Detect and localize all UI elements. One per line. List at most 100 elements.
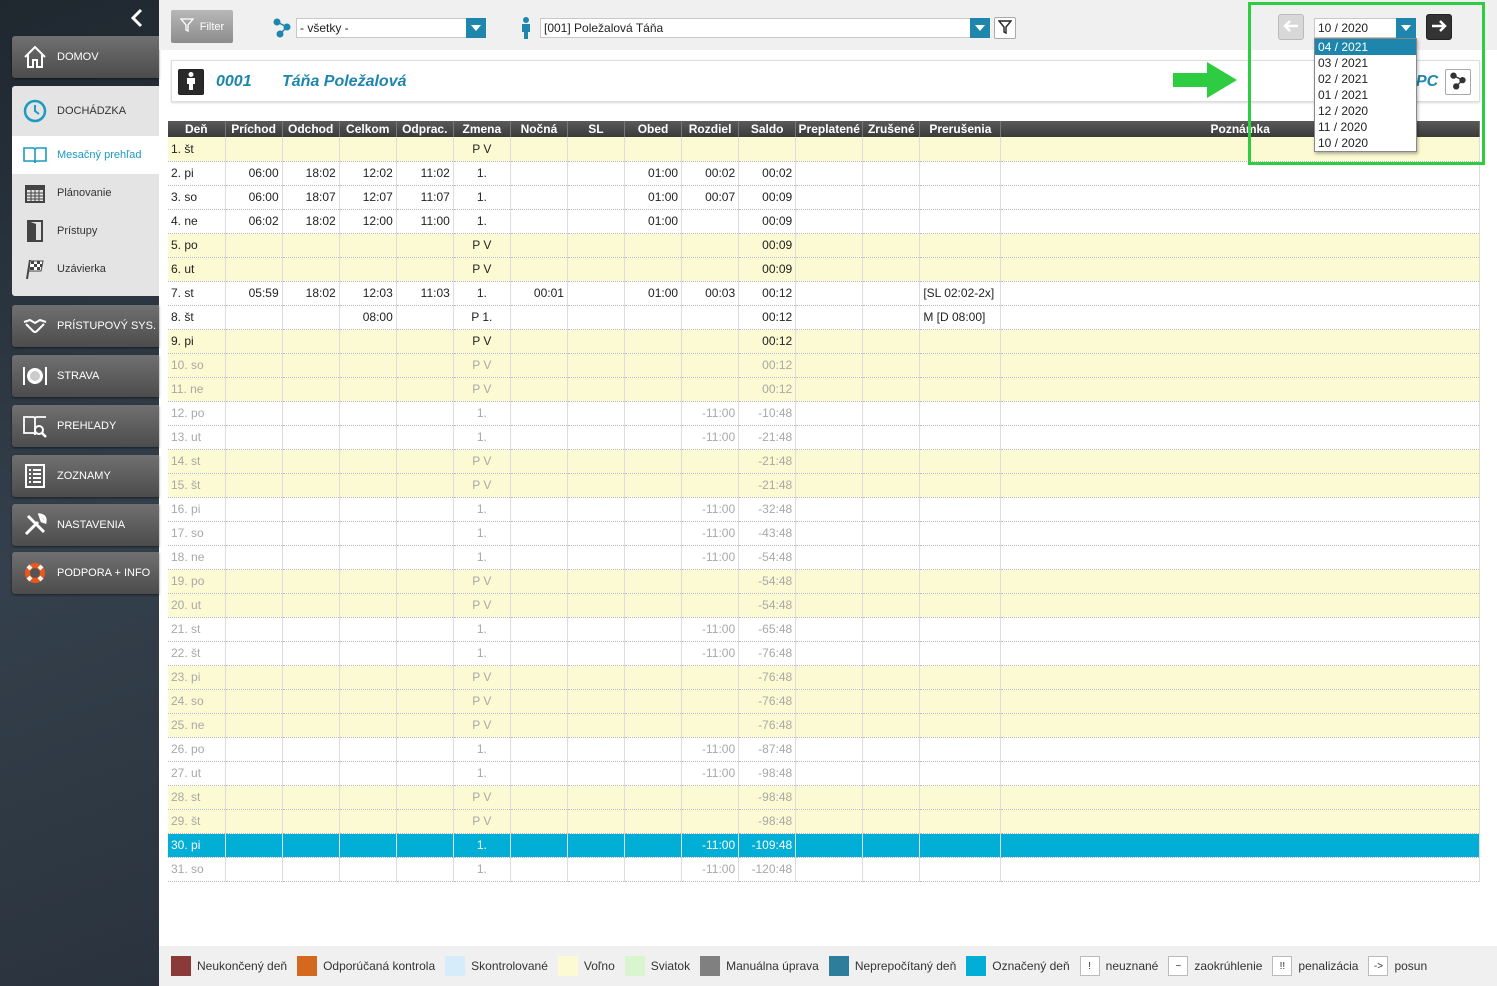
table-cell: 6. ut: [168, 257, 226, 282]
table-row[interactable]: 24. so P V -76:48: [168, 689, 1480, 714]
table-cell: [225, 233, 283, 258]
legend-label: Sviatok: [650, 959, 691, 973]
nav-attendance[interactable]: DOCHÁDZKA: [12, 86, 159, 136]
table-row[interactable]: 18. ne 1. -11:00 -54:48: [168, 545, 1480, 570]
table-cell: 1.: [453, 761, 511, 786]
column-header[interactable]: Nočná: [510, 121, 568, 137]
table-row[interactable]: 10. so P V 00:12: [168, 353, 1480, 378]
table-cell: [396, 305, 454, 330]
table-row[interactable]: 29. št P V -98:48: [168, 809, 1480, 834]
table-row[interactable]: 5. po P V 00:09: [168, 233, 1480, 258]
table-cell: [567, 353, 626, 378]
nav-access-system[interactable]: PRÍSTUPOVÝ SYS.: [12, 305, 159, 347]
column-header[interactable]: Príchod: [225, 121, 283, 137]
table-row[interactable]: 14. st P V -21:48: [168, 449, 1480, 474]
chevron-left-icon[interactable]: [129, 8, 147, 28]
table-cell: [1000, 257, 1480, 282]
table-row[interactable]: 17. so 1. -11:00 -43:48: [168, 521, 1480, 546]
table-cell: [624, 353, 683, 378]
column-header[interactable]: Preplatené: [795, 121, 864, 137]
column-header[interactable]: Deň: [168, 121, 226, 137]
table-row[interactable]: 4. ne 06:02 18:02 12:00 11:00 1. 01:00 00:09: [168, 209, 1480, 234]
table-cell: [862, 761, 921, 786]
chevron-down-icon[interactable]: [466, 18, 486, 38]
table-cell: -21:48: [738, 449, 797, 474]
table-cell: [919, 449, 1002, 474]
column-header[interactable]: Rozdiel: [681, 121, 740, 137]
table-row[interactable]: 28. st P V -98:48: [168, 785, 1480, 810]
legend-swatch: [557, 956, 578, 976]
column-header[interactable]: Celkom: [339, 121, 397, 137]
table-cell: [795, 497, 864, 522]
chevron-down-icon[interactable]: [970, 18, 990, 38]
nav-meals-label: STRAVA: [57, 370, 100, 382]
person-icon: [186, 71, 196, 93]
table-row[interactable]: 3. so 06:00 18:07 12:07 11:07 1. 01:00 00:07 00:…: [168, 185, 1480, 210]
table-row[interactable]: 25. ne P V -76:48: [168, 713, 1480, 738]
nav-lists[interactable]: ZOZNAMY: [12, 455, 159, 497]
table-cell: [567, 809, 626, 834]
table-cell: [225, 593, 283, 618]
table-row[interactable]: 13. ut 1. -11:00 -21:48: [168, 425, 1480, 450]
group-select[interactable]: - všetky -: [296, 18, 486, 38]
table-row[interactable]: 7. st 05:59 18:02 12:03 11:03 1. 00:01 01:00 00:…: [168, 281, 1480, 306]
table-row[interactable]: 30. pi 1. -11:00 -109:48: [168, 833, 1480, 858]
table-cell: [862, 641, 921, 666]
table-cell: [567, 665, 626, 690]
table-row[interactable]: 16. pi 1. -11:00 -32:48: [168, 497, 1480, 522]
table-cell: P V: [453, 473, 511, 498]
nav-overviews[interactable]: PREHĽADY: [12, 405, 159, 447]
table-row[interactable]: 19. po P V -54:48: [168, 569, 1480, 594]
table-row[interactable]: 12. po 1. -11:00 -10:48: [168, 401, 1480, 426]
column-header[interactable]: Zrušené: [862, 121, 921, 137]
table-row[interactable]: 20. ut P V -54:48: [168, 593, 1480, 618]
table-cell: P V: [453, 449, 511, 474]
table-row[interactable]: 11. ne P V 00:12: [168, 377, 1480, 402]
table-cell: [795, 521, 864, 546]
column-header[interactable]: SL: [567, 121, 626, 137]
nav-access[interactable]: Prístupy: [12, 212, 159, 250]
column-header[interactable]: Obed: [624, 121, 683, 137]
legend-label: zaokrúhlenie: [1194, 959, 1263, 973]
table-row[interactable]: 26. po 1. -11:00 -87:48: [168, 737, 1480, 762]
table-row[interactable]: 15. št P V -21:48: [168, 473, 1480, 498]
table-cell: [510, 257, 568, 282]
column-header[interactable]: Saldo: [738, 121, 797, 137]
table-row[interactable]: 23. pi P V -76:48: [168, 665, 1480, 690]
filter-button[interactable]: Filter: [171, 10, 233, 43]
column-header[interactable]: Odprac.: [396, 121, 454, 137]
nav-settings[interactable]: NASTAVENIA: [12, 504, 159, 546]
table-cell: P V: [453, 233, 511, 258]
table-cell: [919, 353, 1002, 378]
table-cell: [795, 329, 864, 354]
nav-home[interactable]: DOMOV: [12, 36, 159, 78]
nav-meals[interactable]: STRAVA: [12, 355, 159, 397]
person-info-button[interactable]: [178, 69, 204, 95]
table-row[interactable]: 22. št 1. -11:00 -76:48: [168, 641, 1480, 666]
legend-symbol: !: [1079, 956, 1100, 976]
column-header[interactable]: Zmena: [453, 121, 511, 137]
table-cell: [624, 761, 683, 786]
table-row[interactable]: 9. pi P V 00:12: [168, 329, 1480, 354]
table-row[interactable]: 21. st 1. -11:00 -65:48: [168, 617, 1480, 642]
table-cell: [510, 425, 568, 450]
nav-planning[interactable]: Plánovanie: [12, 174, 159, 212]
table-row[interactable]: 8. št 08:00 P 1. 00:12 M [D 08:00]: [168, 305, 1480, 330]
table-row[interactable]: 31. so 1. -11:00 -120:48: [168, 857, 1480, 882]
table-cell: [1000, 809, 1480, 834]
table-row[interactable]: 6. ut P V 00:09: [168, 257, 1480, 282]
table-cell: 11. ne: [168, 377, 226, 402]
column-header[interactable]: Odchod: [282, 121, 340, 137]
nav-monthly-overview[interactable]: Mesačný prehľad: [12, 136, 159, 174]
table-cell: [567, 641, 626, 666]
table-cell: [862, 833, 921, 858]
table-row[interactable]: 27. ut 1. -11:00 -98:48: [168, 761, 1480, 786]
nav-closing[interactable]: Uzávierka: [12, 250, 159, 288]
table-cell: [225, 545, 283, 570]
person-select[interactable]: [001] Poležalová Táňa: [540, 18, 990, 38]
table-cell: P V: [453, 593, 511, 618]
person-filter-button[interactable]: [994, 17, 1016, 39]
column-header[interactable]: Prerušenia: [919, 121, 1002, 137]
nav-support[interactable]: PODPORA + INFO: [12, 552, 159, 594]
list-icon: [12, 463, 57, 489]
